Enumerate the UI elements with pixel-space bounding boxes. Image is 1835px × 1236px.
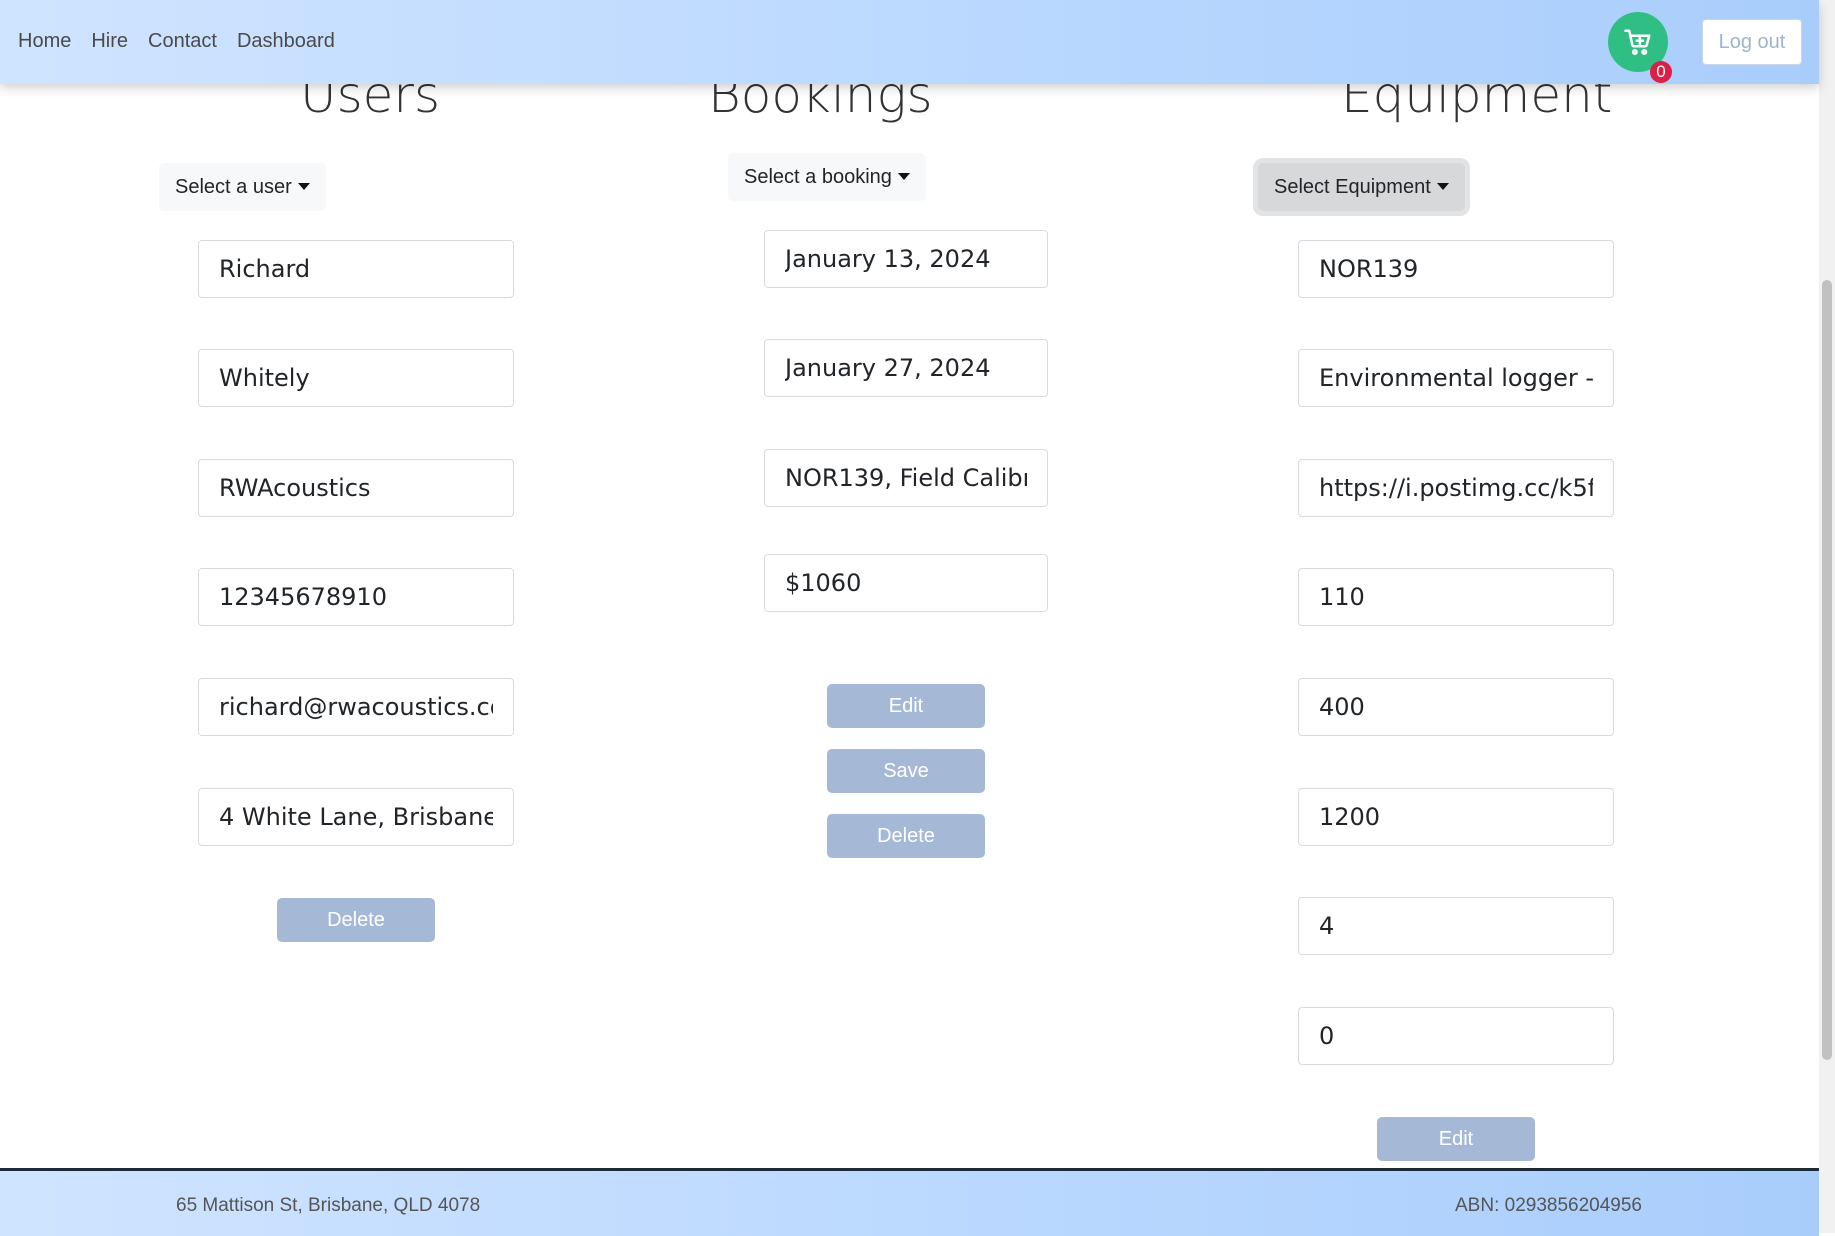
user-email-field[interactable]: [198, 678, 514, 736]
select-equipment-label: Select Equipment: [1274, 175, 1431, 198]
equipment-code-field[interactable]: [1298, 240, 1614, 298]
equipment-field-6[interactable]: [1298, 788, 1614, 846]
nav-contact-link[interactable]: Contact: [148, 30, 217, 53]
delete-booking-button[interactable]: Delete: [827, 814, 985, 858]
booking-start-date-field[interactable]: [764, 230, 1048, 288]
booking-equipment-field[interactable]: [764, 449, 1048, 507]
select-booking-label: Select a booking: [744, 165, 892, 188]
edit-booking-button[interactable]: Edit: [827, 684, 985, 728]
select-equipment-dropdown[interactable]: Select Equipment: [1258, 163, 1465, 211]
equipment-field-4[interactable]: [1298, 568, 1614, 626]
nav-links: Home Hire Contact Dashboard: [18, 30, 335, 53]
chevron-down-icon: [897, 172, 910, 180]
nav-dashboard-link[interactable]: Dashboard: [237, 30, 335, 53]
equipment-image-url-field[interactable]: [1298, 459, 1614, 517]
equipment-field-7[interactable]: [1298, 897, 1614, 955]
edit-equipment-button[interactable]: Edit: [1377, 1117, 1535, 1161]
equipment-field-5[interactable]: [1298, 678, 1614, 736]
user-address-field[interactable]: [198, 788, 514, 846]
footer: 65 Mattison St, Brisbane, QLD 4078 ABN: …: [0, 1168, 1819, 1236]
user-phone-field[interactable]: [198, 568, 514, 626]
footer-address: 65 Mattison St, Brisbane, QLD 4078: [176, 1195, 481, 1216]
chevron-down-icon: [1436, 182, 1449, 190]
footer-abn: ABN: 0293856204956: [1455, 1195, 1642, 1216]
logout-button[interactable]: Log out: [1702, 19, 1802, 65]
top-navbar: Home Hire Contact Dashboard 0 Log out: [0, 0, 1819, 84]
save-booking-button[interactable]: Save: [827, 749, 985, 793]
nav-hire-link[interactable]: Hire: [91, 30, 128, 53]
cart-count-badge: 0: [1650, 61, 1672, 83]
nav-home-link[interactable]: Home: [18, 30, 71, 53]
delete-user-button[interactable]: Delete: [277, 898, 435, 942]
equipment-description-field[interactable]: [1298, 349, 1614, 407]
chevron-down-icon: [297, 182, 310, 190]
user-company-field[interactable]: [198, 459, 514, 517]
booking-price-field[interactable]: [764, 554, 1048, 612]
booking-end-date-field[interactable]: [764, 339, 1048, 397]
user-last-name-field[interactable]: [198, 349, 514, 407]
select-user-dropdown[interactable]: Select a user: [159, 163, 326, 211]
cart-icon: [1624, 29, 1651, 56]
equipment-field-8[interactable]: [1298, 1007, 1614, 1065]
user-first-name-field[interactable]: [198, 240, 514, 298]
select-user-label: Select a user: [175, 175, 292, 198]
scrollbar-thumb[interactable]: [1822, 280, 1832, 1060]
select-booking-dropdown[interactable]: Select a booking: [728, 153, 926, 201]
